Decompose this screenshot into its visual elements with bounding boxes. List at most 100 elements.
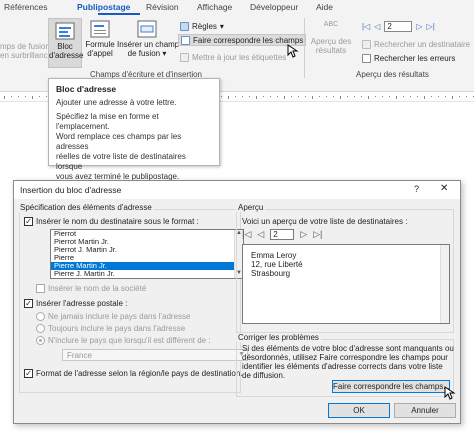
ruler-tick (312, 96, 313, 99)
insert-postal-label: Insérer l'adresse postale : (36, 299, 128, 308)
check-errors-icon (362, 53, 371, 63)
country-select-value: France (67, 351, 92, 360)
tab-mailings[interactable]: Publipostage (77, 2, 130, 12)
format-by-country-checkbox[interactable]: ✓ (24, 369, 33, 378)
ruler-tick (221, 96, 222, 97)
preview-line: 12, rue Liberté (251, 260, 303, 269)
list-item[interactable]: Pierrot J. Martin Jr. (51, 246, 243, 254)
greeting-line-button[interactable]: Formule d'appel (84, 20, 116, 58)
ruler-tick (284, 96, 285, 99)
ruler-tick (424, 96, 425, 99)
record-number-input[interactable]: 2 (384, 20, 413, 32)
group-label-preview: Aperçu des résultats (356, 70, 429, 79)
match-fields-button[interactable]: Faire correspondre les champs... (332, 380, 450, 393)
radio-only-if-different[interactable] (36, 336, 45, 345)
ruler-tick (291, 96, 292, 97)
match-fields-icon (181, 35, 190, 45)
address-preview-box: Emma Leroy 12, rue Liberté Strasbourg (242, 244, 450, 324)
check-errors-button[interactable]: Rechercher les erreurs (362, 52, 455, 64)
group-separator (304, 18, 305, 78)
first-record-icon[interactable]: |◁ (242, 229, 251, 240)
tab-references[interactable]: Références (4, 2, 47, 12)
address-elements-legend: Spécification des éléments d'adresse (18, 203, 154, 212)
dialog-titlebar: Insertion du bloc d'adresse ? ✕ (14, 181, 460, 199)
ruler-tick (431, 96, 432, 97)
ruler-tick (417, 96, 418, 97)
active-tab-indicator (98, 13, 140, 15)
ruler-tick (396, 96, 397, 99)
radio-never-country[interactable] (36, 312, 45, 321)
fix-problems-text: de diffusion. (242, 371, 285, 380)
ruler-tick (25, 96, 26, 97)
previous-record-icon[interactable]: ◁ (257, 229, 264, 240)
highlight-merge-fields-button[interactable]: mps de fusion en surbrillance (0, 42, 52, 60)
ruler-tick (298, 96, 299, 97)
help-icon[interactable]: ? (414, 184, 419, 194)
preview-scrollbar[interactable] (440, 245, 449, 323)
address-block-button[interactable]: Bloc d'adresse (48, 18, 83, 68)
list-item[interactable]: Pierre J. Martin Jr. (51, 270, 243, 278)
address-block-tooltip: Bloc d'adresse Ajouter une adresse à vot… (48, 78, 220, 181)
tab-developer[interactable]: Développeur (250, 2, 298, 12)
ruler-tick (18, 96, 19, 97)
insert-name-label: Insérer le nom du destinataire sous le f… (36, 217, 199, 226)
cancel-button[interactable]: Annuler (394, 403, 456, 418)
preview-record-input[interactable]: 2 (270, 228, 295, 240)
find-recipient-button[interactable]: Rechercher un destinataire (362, 38, 470, 50)
insert-merge-field-icon (137, 20, 157, 38)
update-labels-button[interactable]: Mettre à jour les étiquettes (180, 51, 286, 63)
ruler-tick (438, 96, 439, 97)
ruler-tick (333, 96, 334, 97)
tab-review[interactable]: Révision (146, 2, 179, 12)
tab-view[interactable]: Affichage (197, 2, 232, 12)
tooltip-line: Spécifiez la mise en forme et l'emplacem… (56, 112, 159, 131)
last-record-icon[interactable]: ▷| (313, 229, 322, 240)
ruler-tick (368, 96, 369, 99)
insert-company-checkbox[interactable] (36, 284, 45, 293)
ruler-tick (4, 96, 5, 99)
mouse-cursor-icon (444, 386, 456, 400)
ok-button[interactable]: OK (328, 403, 390, 418)
preview-results-button[interactable]: ABC Aperçu des résultats (308, 20, 354, 55)
ruler-tick (389, 96, 390, 97)
ruler-tick (39, 96, 40, 97)
preview-legend: Aperçu (236, 203, 266, 212)
ruler-tick (354, 96, 355, 97)
ruler-tick (452, 96, 453, 99)
insert-merge-field-button[interactable]: Insérer un champ de fusion ▾ (117, 20, 179, 58)
next-record-icon[interactable]: ▷ (300, 229, 307, 240)
country-select[interactable]: France ▼ (62, 349, 248, 361)
previous-record-icon[interactable]: ◁ (374, 22, 380, 31)
next-record-icon[interactable]: ▷ (416, 22, 422, 31)
name-format-list[interactable]: Pierrot Pierrot Martin Jr. Pierrot J. Ma… (50, 229, 244, 279)
ruler-tick (228, 96, 229, 99)
preview-line: Emma Leroy (251, 251, 297, 260)
ruler-tick (382, 96, 383, 97)
greeting-line-icon (90, 20, 110, 38)
radio-always-label: Toujours inclure le pays dans l'adresse (48, 324, 186, 333)
fix-problems-text: identifier les éléments d'adresse correc… (242, 362, 443, 371)
fix-problems-text: désordonnés, utilisez Faire correspondre… (242, 353, 448, 362)
preview-line: Strasbourg (251, 269, 291, 278)
preview-intro: Voici un aperçu de votre liste de destin… (242, 217, 408, 226)
find-recipient-icon (362, 39, 371, 49)
ruler-tick (32, 96, 33, 99)
rules-button[interactable]: Règles ▾ (180, 20, 224, 32)
ruler-tick (326, 96, 327, 97)
insert-name-checkbox[interactable]: ✓ (24, 217, 33, 226)
ruler-tick (235, 96, 236, 97)
tooltip-line: Word remplace ces champs par les adresse… (56, 132, 182, 151)
ruler-tick (256, 96, 257, 99)
ruler-tick (11, 96, 12, 97)
radio-only-if-label: N'inclure le pays que lorsqu'il est diff… (48, 336, 211, 345)
tab-help[interactable]: Aide (316, 2, 333, 12)
fix-problems-legend: Corriger les problèmes (236, 333, 321, 342)
radio-always-country[interactable] (36, 324, 45, 333)
ruler-tick (270, 96, 271, 97)
address-block-icon (55, 22, 75, 40)
first-record-icon[interactable]: |◁ (362, 22, 370, 31)
close-icon[interactable]: ✕ (440, 183, 448, 194)
ruler-tick (403, 96, 404, 97)
insert-postal-checkbox[interactable]: ✓ (24, 299, 33, 308)
last-record-icon[interactable]: ▷| (427, 22, 435, 31)
